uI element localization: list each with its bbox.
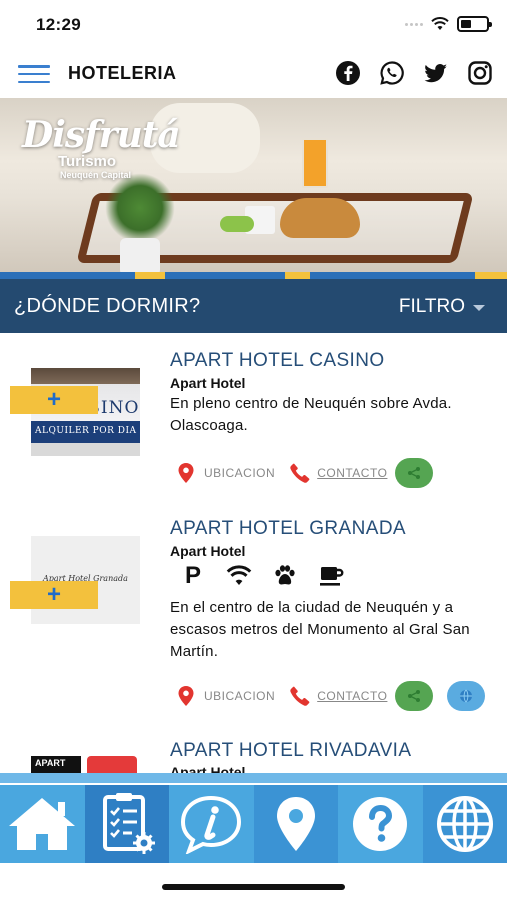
parking-icon: P xyxy=(184,562,201,589)
hotel-type: Apart Hotel xyxy=(170,375,246,391)
strip-segment xyxy=(310,272,475,279)
hotel-actions: UBICACION CONTACTO xyxy=(176,457,434,489)
brand-logo: Disfrutá Turismo Neuquén Capital xyxy=(22,116,182,180)
info-icon xyxy=(181,795,242,854)
home-indicator[interactable] xyxy=(162,884,345,890)
amenities: P xyxy=(180,563,344,589)
brand-main: Disfrutá xyxy=(22,114,181,156)
list-item: CASINO ALQUILER POR DIA + APART HOTEL CA… xyxy=(0,333,507,503)
wifi-status-icon xyxy=(431,17,449,30)
pets-icon xyxy=(275,565,295,585)
website-button[interactable] xyxy=(447,681,486,711)
hotel-name[interactable]: APART HOTEL RIVADAVIA xyxy=(170,740,411,762)
wifi-icon xyxy=(226,565,252,585)
thumbnail-badge xyxy=(87,756,137,773)
checklist-settings-icon xyxy=(102,793,155,854)
globe-icon xyxy=(460,689,473,703)
tab-home[interactable] xyxy=(0,785,85,863)
share-button[interactable] xyxy=(395,681,434,711)
location-pin-icon xyxy=(276,797,315,851)
chevron-down-icon xyxy=(473,305,485,311)
filter-button[interactable]: FILTRO xyxy=(399,296,485,318)
help-icon xyxy=(353,797,408,851)
whatsapp-icon[interactable] xyxy=(379,60,405,86)
tab-services[interactable] xyxy=(84,785,169,863)
brand-city: Neuquén Capital xyxy=(60,170,132,180)
thumbnail-text: APART xyxy=(31,756,81,773)
battery-icon xyxy=(457,16,492,32)
share-icon xyxy=(408,690,421,702)
banner-juice xyxy=(302,138,328,188)
strip-segment xyxy=(475,272,507,279)
tab-help[interactable] xyxy=(338,785,423,863)
hotel-type: Apart Hotel xyxy=(170,543,246,559)
location-pin-icon[interactable] xyxy=(176,685,196,707)
phone-icon[interactable] xyxy=(289,685,311,707)
nav-tabs xyxy=(0,785,507,863)
hero-banner: Disfrutá Turismo Neuquén Capital xyxy=(0,98,507,278)
banner-fruit xyxy=(220,216,254,232)
home-icon xyxy=(9,798,76,850)
contact-link[interactable]: CONTACTO xyxy=(317,466,387,480)
section-title: ¿DÓNDE DORMIR? xyxy=(14,295,201,317)
instagram-icon[interactable] xyxy=(467,60,493,86)
coffee-icon xyxy=(320,567,344,586)
add-button[interactable]: + xyxy=(10,386,98,414)
nav-top-line xyxy=(0,773,507,783)
status-bar: 12:29 xyxy=(0,0,507,48)
hotel-thumbnail[interactable]: APART xyxy=(31,756,140,773)
contact-link[interactable]: CONTACTO xyxy=(317,689,387,703)
globe-icon xyxy=(436,796,493,852)
strip-segment xyxy=(285,272,310,279)
list-item: APART APART HOTEL RIVADAVIA Apart Hotel xyxy=(0,726,507,773)
tab-info[interactable] xyxy=(169,785,254,863)
social-links xyxy=(335,60,493,86)
location-pin-icon[interactable] xyxy=(176,462,196,484)
list-item: Apart Hotel Granada + APART HOTEL GRANAD… xyxy=(0,503,507,743)
location-link[interactable]: UBICACION xyxy=(204,466,275,480)
thumbnail-subtext: ALQUILER POR DIA xyxy=(35,426,137,436)
hotel-list[interactable]: CASINO ALQUILER POR DIA + APART HOTEL CA… xyxy=(0,333,507,773)
strip-segment xyxy=(165,272,285,279)
page-title: HOTELERIA xyxy=(68,63,177,83)
banner-color-strip xyxy=(0,272,507,279)
share-button[interactable] xyxy=(395,458,434,488)
hotel-name[interactable]: APART HOTEL GRANADA xyxy=(170,518,406,540)
signal-icon xyxy=(405,22,423,26)
app-header: HOTELERIA xyxy=(0,48,507,98)
tab-map[interactable] xyxy=(253,785,338,863)
section-header: ¿DÓNDE DORMIR? FILTRO xyxy=(0,279,507,333)
add-button[interactable]: + xyxy=(10,581,98,609)
filter-label: FILTRO xyxy=(398,296,465,317)
banner-vase xyxy=(120,238,160,276)
brand-sub: Turismo xyxy=(58,153,117,170)
location-link[interactable]: UBICACION xyxy=(204,689,275,703)
twitter-icon[interactable] xyxy=(423,60,449,86)
hotel-name[interactable]: APART HOTEL CASINO xyxy=(170,350,385,372)
phone-icon[interactable] xyxy=(289,462,311,484)
strip-segment xyxy=(0,272,135,279)
strip-segment xyxy=(135,272,165,279)
status-time: 12:29 xyxy=(36,15,81,34)
banner-croissant xyxy=(280,198,360,238)
share-icon xyxy=(408,467,421,479)
hamburger-menu-icon[interactable] xyxy=(18,65,50,83)
hotel-description: En el centro de la ciudad de Neuquén y a… xyxy=(170,599,470,660)
banner-plant xyxy=(105,173,175,243)
tab-web[interactable] xyxy=(422,785,507,863)
bottom-navigation xyxy=(0,773,507,863)
hotel-actions: UBICACION CONTACTO xyxy=(176,680,486,712)
hotel-type: Apart Hotel xyxy=(170,764,246,773)
status-icons xyxy=(405,16,492,32)
hotel-description: En pleno centro de Neuquén sobre Avda. O… xyxy=(170,395,452,434)
hotel-thumbnail[interactable]: Apart Hotel Granada xyxy=(31,536,140,624)
facebook-icon[interactable] xyxy=(335,60,361,86)
